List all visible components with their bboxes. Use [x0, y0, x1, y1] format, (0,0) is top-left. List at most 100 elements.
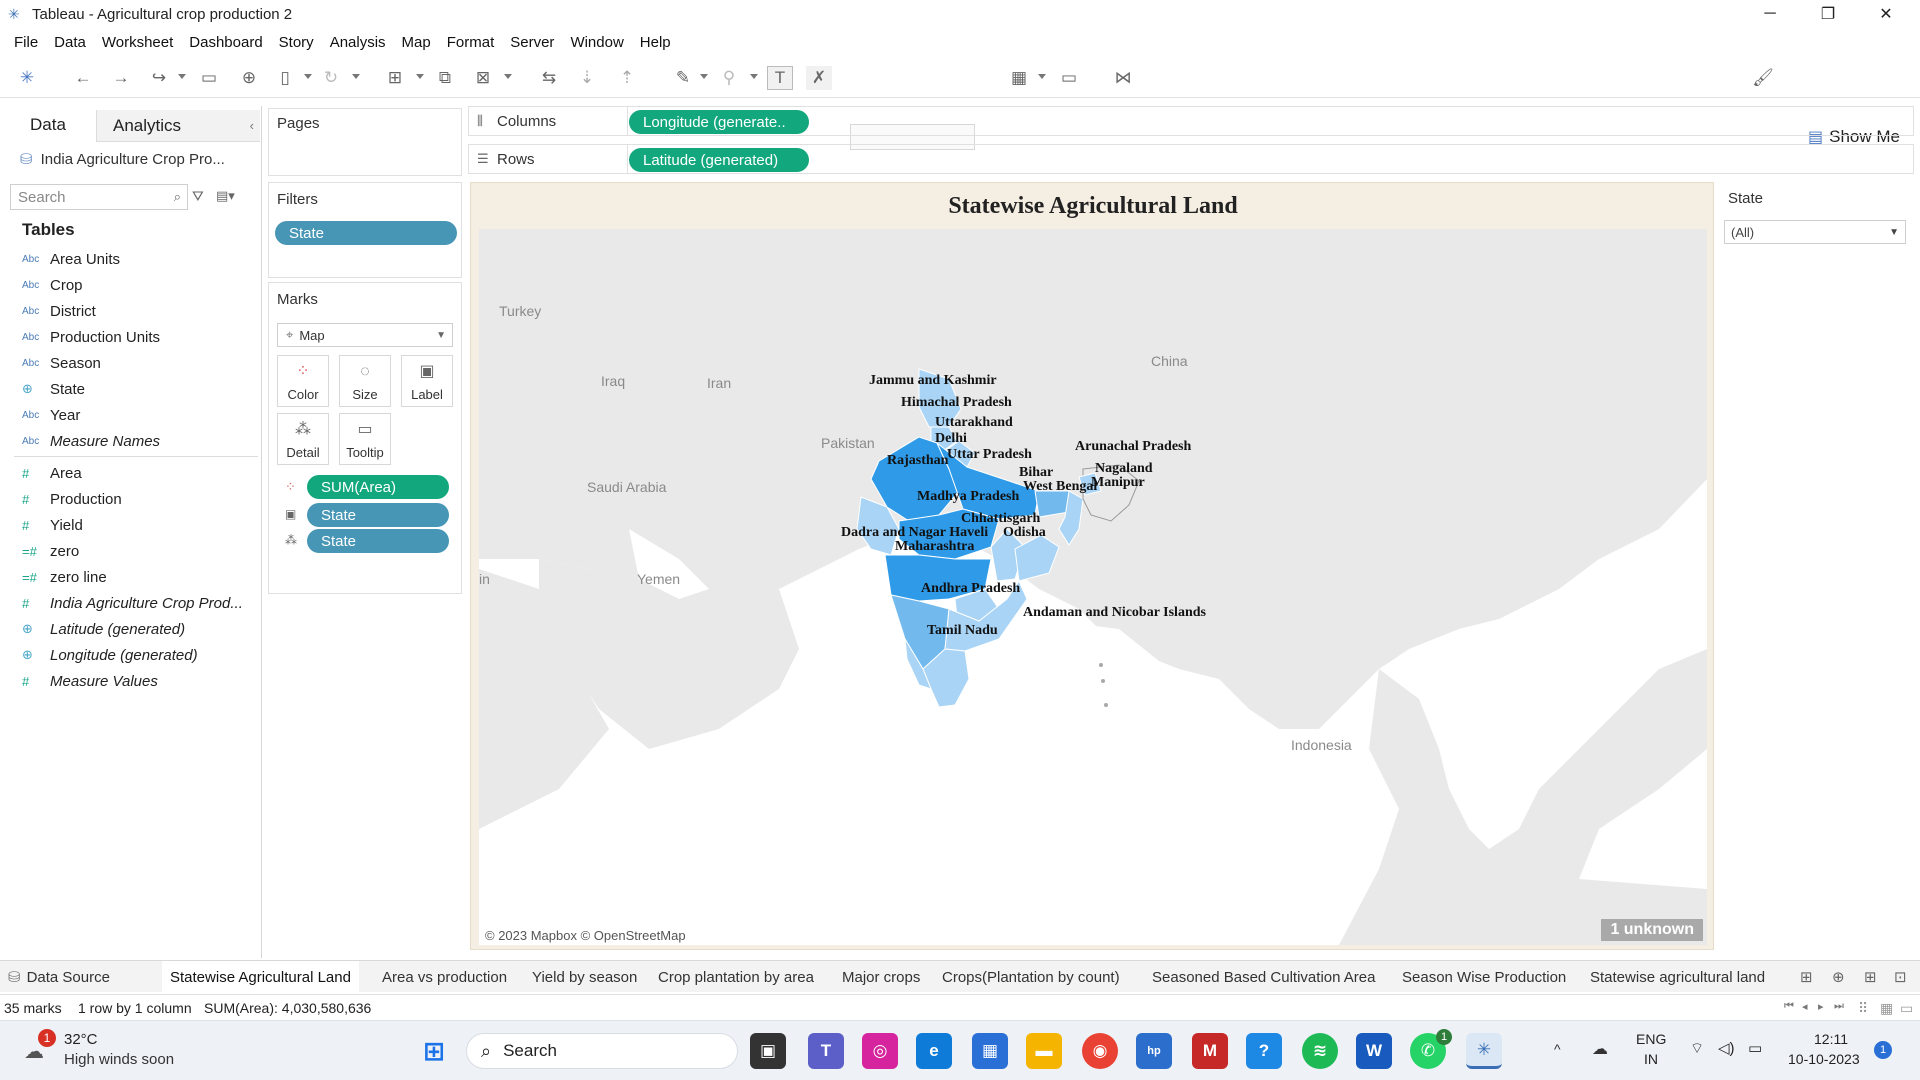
region-label[interactable]: IN: [1644, 1051, 1658, 1067]
columns-pill-longitude[interactable]: Longitude (generate..: [629, 110, 809, 134]
weather-temp[interactable]: 32°C: [64, 1031, 98, 1048]
rows-pill-latitude[interactable]: Latitude (generated): [629, 148, 809, 172]
tab-crops-plantation-by-count[interactable]: Crops(Plantation by count): [942, 961, 1120, 993]
field-zero[interactable]: =# zero: [22, 540, 79, 562]
map-attribution[interactable]: © 2023 Mapbox © OpenStreetMap: [485, 928, 686, 943]
notification-badge[interactable]: 1: [1874, 1041, 1892, 1059]
swap-rows-columns-icon[interactable]: ⇆: [536, 66, 562, 90]
tab-data[interactable]: Data: [0, 110, 96, 142]
pages-card[interactable]: Pages: [268, 108, 462, 176]
menu-format[interactable]: Format: [439, 34, 503, 51]
sort-ascending-icon[interactable]: ⇣: [574, 66, 600, 90]
tab-data-source[interactable]: ⛁ Data Source: [8, 961, 110, 993]
replay-dropdown-icon[interactable]: [178, 74, 186, 79]
film-strip-icon[interactable]: ▦: [1880, 1000, 1893, 1017]
filter-pill-state[interactable]: State: [275, 221, 457, 245]
show-cards-dropdown-icon[interactable]: [1038, 74, 1046, 79]
mark-type-dropdown[interactable]: ⌖ Map ▼: [277, 323, 453, 347]
menu-help[interactable]: Help: [632, 34, 679, 51]
marks-label-button[interactable]: ▣ Label: [401, 355, 453, 407]
new-datasource-icon[interactable]: ⊕: [236, 66, 262, 90]
share-icon[interactable]: ⋈: [1110, 66, 1136, 90]
datasource-item[interactable]: ⛁ India Agriculture Crop Pro...: [20, 150, 225, 169]
tabs-view-icon[interactable]: ▭: [1900, 1000, 1913, 1017]
marks-color-button[interactable]: ⁘ Color: [277, 355, 329, 407]
field-district[interactable]: Abc District: [22, 300, 96, 322]
tab-overflow-icon[interactable]: ⊞: [1800, 961, 1813, 993]
edge-icon[interactable]: e: [916, 1033, 952, 1069]
field-area[interactable]: # Area: [22, 462, 82, 484]
sort-descending-icon[interactable]: ⇡: [614, 66, 640, 90]
clock-date[interactable]: 10-10-2023: [1788, 1051, 1860, 1067]
field-measure-names[interactable]: Abc Measure Names: [22, 430, 160, 452]
onedrive-icon[interactable]: ☁: [1592, 1039, 1608, 1059]
battery-icon[interactable]: ▭: [1748, 1039, 1762, 1057]
tab-crop-plantation-by-area[interactable]: Crop plantation by area: [658, 961, 814, 993]
redo-icon[interactable]: →: [108, 66, 134, 90]
file-explorer-icon[interactable]: ▬: [1026, 1033, 1062, 1069]
field-count[interactable]: # India Agriculture Crop Prod...: [22, 592, 243, 614]
windows-start-icon[interactable]: ⊞: [416, 1033, 452, 1069]
wifi-icon[interactable]: ⌔: [1690, 1039, 1704, 1058]
view-options-icon[interactable]: ▤▾: [216, 188, 235, 204]
marks-detail-button[interactable]: ⁂ Detail: [277, 413, 329, 465]
minimize-button[interactable]: ─: [1742, 0, 1798, 28]
highlight-icon[interactable]: ✎: [670, 66, 696, 90]
mark-pill-sum-area[interactable]: SUM(Area): [307, 475, 449, 499]
field-yield[interactable]: # Yield: [22, 514, 83, 536]
language-label[interactable]: ENG: [1636, 1031, 1666, 1047]
tab-nav-first-icon[interactable]: ⏮: [1784, 1000, 1794, 1013]
menu-window[interactable]: Window: [562, 34, 631, 51]
highlight-dropdown-icon[interactable]: [700, 74, 708, 79]
map-view[interactable]: Turkey Iraq Iran China Pakistan Saudi Ar…: [479, 229, 1707, 945]
save-icon[interactable]: ▭: [196, 66, 222, 90]
menu-story[interactable]: Story: [271, 34, 322, 51]
tab-nav-last-icon[interactable]: ⏭: [1834, 1000, 1844, 1013]
collapse-pane-icon[interactable]: ‹: [250, 118, 254, 133]
new-worksheet-tab-icon[interactable]: ⊕: [1832, 961, 1845, 993]
spotify-icon[interactable]: ≋: [1302, 1033, 1338, 1069]
state-filter-dropdown[interactable]: (All) ▼: [1724, 220, 1906, 244]
show-hidden-icons[interactable]: ^: [1554, 1041, 1561, 1057]
menu-server[interactable]: Server: [502, 34, 562, 51]
clear-dropdown-icon[interactable]: [504, 74, 512, 79]
menu-worksheet[interactable]: Worksheet: [94, 34, 181, 51]
group-dropdown-icon[interactable]: [750, 74, 758, 79]
clear-sheet-icon[interactable]: ⊠: [470, 66, 496, 90]
sheet-sorter-icon[interactable]: ⠿: [1858, 1000, 1868, 1017]
task-view-icon[interactable]: ▣: [750, 1033, 786, 1069]
field-season[interactable]: Abc Season: [22, 352, 101, 374]
menu-analysis[interactable]: Analysis: [322, 34, 394, 51]
help-icon[interactable]: ?: [1246, 1033, 1282, 1069]
columns-shelf[interactable]: ⫼ Columns Longitude (generate..: [468, 106, 1914, 136]
store-icon[interactable]: ▦: [972, 1033, 1008, 1069]
mark-pill-state-detail[interactable]: State: [307, 529, 449, 553]
marks-size-button[interactable]: ◌ Size: [339, 355, 391, 407]
format-painter-icon[interactable]: 🖌: [1750, 66, 1776, 90]
pause-dropdown-icon[interactable]: [304, 74, 312, 79]
tab-season-wise-production[interactable]: Season Wise Production: [1402, 961, 1566, 993]
field-longitude[interactable]: ⊕ Longitude (generated): [22, 644, 198, 666]
tableau-home-icon[interactable]: ✳: [14, 66, 40, 90]
tab-yield-by-season[interactable]: Yield by season: [532, 961, 637, 993]
group-members-icon[interactable]: ⚲: [716, 66, 742, 90]
teams-icon[interactable]: T: [808, 1033, 844, 1069]
myhp-icon[interactable]: hp: [1136, 1033, 1172, 1069]
replay-icon[interactable]: ↪: [146, 66, 172, 90]
field-zero-line[interactable]: =# zero line: [22, 566, 107, 588]
filters-card[interactable]: Filters State: [268, 182, 462, 278]
fix-axes-icon[interactable]: ✗: [806, 66, 832, 90]
show-cards-icon[interactable]: ▦: [1006, 66, 1032, 90]
field-year[interactable]: Abc Year: [22, 404, 80, 426]
menu-map[interactable]: Map: [394, 34, 439, 51]
presentation-mode-icon[interactable]: ▭: [1056, 66, 1082, 90]
new-dashboard-tab-icon[interactable]: ⊞: [1864, 961, 1877, 993]
marks-tooltip-button[interactable]: ▭ Tooltip: [339, 413, 391, 465]
tab-analytics[interactable]: Analytics ‹: [96, 110, 260, 142]
tableau-taskbar-icon[interactable]: ✳: [1466, 1033, 1502, 1069]
field-production-units[interactable]: Abc Production Units: [22, 326, 160, 348]
menu-dashboard[interactable]: Dashboard: [181, 34, 270, 51]
tab-seasoned-based-cultivation-area[interactable]: Seasoned Based Cultivation Area: [1152, 961, 1375, 993]
rows-shelf[interactable]: ☰ Rows Latitude (generated): [468, 144, 1914, 174]
new-worksheet-dropdown-icon[interactable]: [416, 74, 424, 79]
